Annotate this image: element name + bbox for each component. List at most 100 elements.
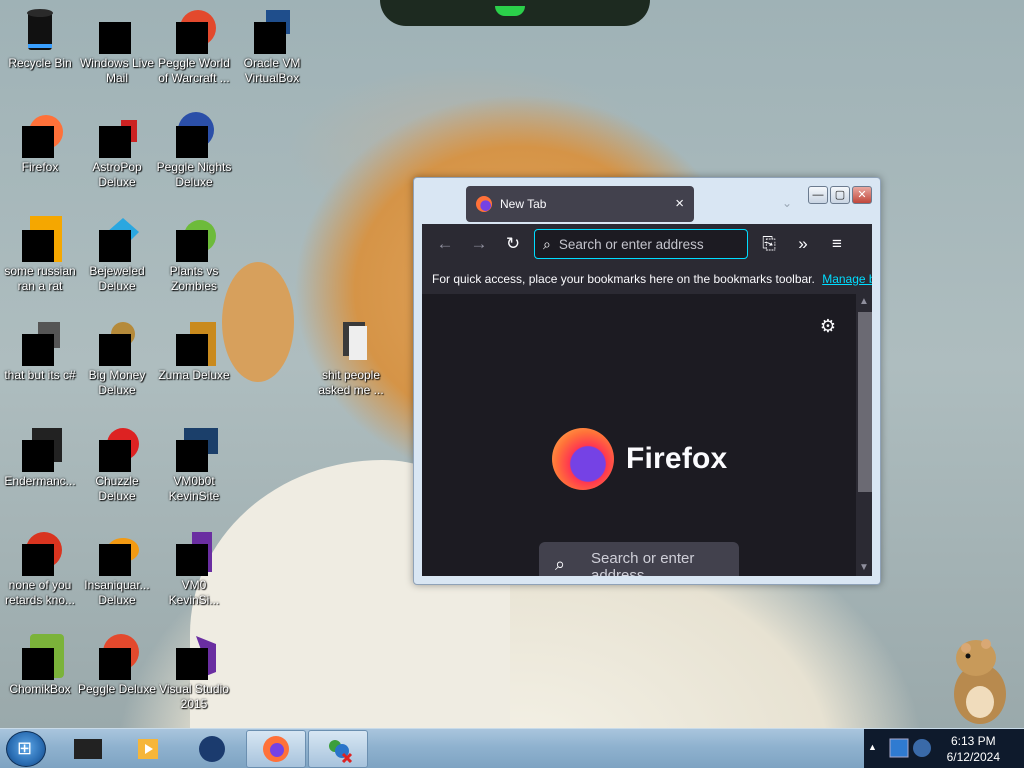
desktop-icon-plants-vs-zombies[interactable]: Plants vs Zombies bbox=[154, 214, 234, 294]
gear-icon[interactable]: ⚙ bbox=[820, 316, 836, 337]
minimize-button[interactable]: — bbox=[808, 186, 828, 204]
taskbar: ▲ 6:13 PM 6/12/2024 bbox=[0, 728, 1024, 768]
desktop-icon-label: Bejeweled Deluxe bbox=[89, 264, 145, 293]
taskbar-app-firefox[interactable] bbox=[246, 730, 306, 768]
firefox-logo: Firefox bbox=[552, 428, 727, 490]
folder-icon bbox=[16, 214, 64, 262]
manage-bookmarks-link[interactable]: Manage bo bbox=[822, 272, 872, 286]
back-icon[interactable]: ← bbox=[428, 229, 462, 259]
overflow-menu-icon[interactable]: » bbox=[786, 229, 820, 259]
desktop-icon-label: Windows Live Mail bbox=[79, 56, 155, 85]
tab-new-tab[interactable]: New Tab × bbox=[466, 186, 694, 222]
tray-icons[interactable] bbox=[888, 737, 934, 761]
desktop-icon-shit-people-asked[interactable]: shit people asked me ... bbox=[311, 318, 391, 398]
bejeweled-icon bbox=[93, 214, 141, 262]
money-bag-icon bbox=[93, 318, 141, 366]
clock[interactable]: 6:13 PM 6/12/2024 bbox=[947, 733, 1000, 765]
desktop-icon-label: Peggle Nights Deluxe bbox=[156, 160, 232, 189]
taskbar-app-messenger[interactable] bbox=[308, 730, 368, 768]
desktop-icon-astropop[interactable]: AstroPop Deluxe bbox=[77, 110, 157, 190]
forward-icon[interactable]: → bbox=[462, 229, 496, 259]
window-controls: — ▢ ✕ bbox=[808, 186, 872, 204]
desktop-icon-label: AstroPop Deluxe bbox=[92, 160, 142, 189]
desktop-icon-label: some russian ran a rat bbox=[4, 264, 76, 293]
list-all-tabs-icon[interactable]: ⌄ bbox=[782, 196, 792, 210]
desktop-icon-some-russian[interactable]: some russian ran a rat bbox=[0, 214, 80, 294]
desktop-icon-peggle-deluxe[interactable]: Peggle Deluxe bbox=[77, 632, 157, 697]
desktop-icon-label: Plants vs Zombies bbox=[169, 264, 219, 293]
desktop-icon-vm0b0t[interactable]: VM0b0t KevinSite bbox=[154, 424, 234, 504]
desktop-icon-label: Visual Studio 2015 bbox=[159, 682, 229, 711]
show-hidden-icons[interactable]: ▲ bbox=[868, 742, 877, 752]
nav-toolbar: ← → ↻ ⌕ Search or enter address ⎘ » ≡ bbox=[422, 224, 872, 264]
desktop-icon-peggle-nights[interactable]: Peggle Nights Deluxe bbox=[154, 110, 234, 190]
tab-strip: New Tab × ⌄ — ▢ ✕ bbox=[422, 186, 872, 222]
extensions-icon[interactable]: ⎘ bbox=[752, 229, 786, 259]
maximize-button[interactable]: ▢ bbox=[830, 186, 850, 204]
desktop-icon-peggle-wow[interactable]: Peggle World of Warcraft ... bbox=[154, 6, 234, 86]
start-button[interactable] bbox=[6, 731, 46, 767]
search-icon: ⌕ bbox=[555, 554, 566, 574]
desktop-icon-label: Recycle Bin bbox=[8, 56, 72, 70]
desktop-icon-insaniquarium[interactable]: Insaniquar... Deluxe bbox=[77, 528, 157, 608]
hamster-box-icon bbox=[16, 632, 64, 680]
taskbar-app-globe[interactable] bbox=[182, 730, 242, 768]
firefox-icon bbox=[16, 110, 64, 158]
firefox-icon bbox=[263, 736, 289, 762]
clock-date: 6/12/2024 bbox=[946, 750, 1000, 764]
messenger-icon bbox=[329, 740, 353, 764]
peggle-deluxe-icon bbox=[93, 632, 141, 680]
terminal-icon bbox=[16, 424, 64, 472]
address-placeholder: Search or enter address bbox=[558, 236, 704, 252]
desktop-icon-big-money[interactable]: Big Money Deluxe bbox=[77, 318, 157, 398]
scroll-up-icon[interactable]: ▲ bbox=[856, 294, 872, 310]
astropop-icon bbox=[93, 110, 141, 158]
taskbar-app-terminal[interactable] bbox=[58, 730, 118, 768]
desktop-icon-label: ChomikBox bbox=[9, 682, 71, 696]
firefox-window[interactable]: New Tab × ⌄ — ▢ ✕ ← → ↻ ⌕ Search or ente… bbox=[413, 177, 881, 585]
vs-icon bbox=[170, 528, 218, 576]
bookmarks-toolbar: For quick access, place your bookmarks h… bbox=[422, 264, 872, 294]
desktop-icon-chuzzle[interactable]: Chuzzle Deluxe bbox=[77, 424, 157, 504]
desktop-icon-label: that but its c# bbox=[4, 368, 76, 382]
desktop-icon-endermanc[interactable]: Endermanc... bbox=[0, 424, 80, 489]
scroll-down-icon[interactable]: ▼ bbox=[856, 560, 872, 576]
desktop-icon-none-of-you[interactable]: none of you retards kno... bbox=[0, 528, 80, 608]
virtualbox-icon bbox=[248, 6, 296, 54]
firefox-favicon-icon bbox=[476, 196, 492, 212]
hamster-mascot[interactable] bbox=[938, 628, 1018, 728]
fish-icon bbox=[93, 528, 141, 576]
hamburger-menu-icon[interactable]: ≡ bbox=[820, 229, 854, 259]
desktop-icon-firefox[interactable]: Firefox bbox=[0, 110, 80, 175]
search-icon: ⌕ bbox=[543, 235, 551, 252]
desktop-icon-recycle-bin[interactable]: Recycle Bin bbox=[0, 6, 80, 71]
desktop-icon-that-but-its-csharp[interactable]: that but its c# bbox=[0, 318, 80, 383]
new-tab-search-placeholder: Search or enter address bbox=[591, 550, 695, 576]
reload-icon[interactable]: ↻ bbox=[496, 229, 530, 259]
desktop-icon-label: Chuzzle Deluxe bbox=[95, 474, 139, 503]
address-bar[interactable]: ⌕ Search or enter address bbox=[534, 229, 748, 259]
peggle-icon bbox=[170, 6, 218, 54]
tab-title: New Tab bbox=[500, 197, 547, 211]
desktop-icon-virtualbox[interactable]: Oracle VM VirtualBox bbox=[232, 6, 312, 86]
visual-studio-icon bbox=[170, 632, 218, 680]
content-scrollbar[interactable]: ▲ ▼ bbox=[856, 294, 872, 576]
desktop-icon-zuma[interactable]: Zuma Deluxe bbox=[154, 318, 234, 383]
app-icon bbox=[16, 528, 64, 576]
desktop-icon-vm0-kevinsite[interactable]: VM0 KevinSi... bbox=[154, 528, 234, 608]
desktop-icon-windows-live-mail[interactable]: Windows Live Mail bbox=[77, 6, 157, 86]
desktop-icon-label: shit people asked me ... bbox=[318, 368, 384, 397]
close-window-button[interactable]: ✕ bbox=[852, 186, 872, 204]
document-folder-icon bbox=[327, 318, 375, 366]
firefox-logo-icon bbox=[552, 428, 614, 490]
desktop-icon-chomikbox[interactable]: ChomikBox bbox=[0, 632, 80, 697]
scroll-thumb[interactable] bbox=[858, 312, 872, 492]
desktop-icon-label: Oracle VM VirtualBox bbox=[243, 56, 301, 85]
taskbar-app-media-player[interactable] bbox=[118, 730, 178, 768]
new-tab-search[interactable]: ⌕ Search or enter address bbox=[539, 542, 739, 576]
desktop-icon-bejeweled[interactable]: Bejeweled Deluxe bbox=[77, 214, 157, 294]
desktop-icon-label: Big Money Deluxe bbox=[88, 368, 146, 397]
desktop-icon-label: Insaniquar... Deluxe bbox=[84, 578, 150, 607]
close-tab-icon[interactable]: × bbox=[675, 195, 684, 212]
desktop-icon-visual-studio[interactable]: Visual Studio 2015 bbox=[154, 632, 234, 712]
